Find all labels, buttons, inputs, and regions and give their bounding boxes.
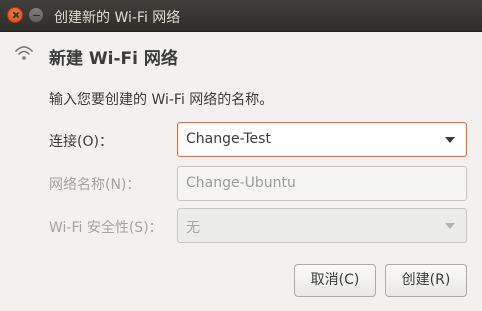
minimize-icon[interactable]: [28, 7, 44, 23]
cancel-button[interactable]: 取消(C): [294, 264, 376, 297]
connection-value: Change-Test: [186, 131, 271, 147]
title-bar: 创建新的 Wi-Fi 网络: [0, 0, 482, 32]
network-name-value: Change-Ubuntu: [186, 175, 296, 191]
security-dropdown[interactable]: 无: [177, 208, 467, 243]
chevron-down-icon: [445, 137, 455, 143]
create-button[interactable]: 创建(R): [385, 264, 467, 297]
connection-dropdown[interactable]: Change-Test: [177, 122, 467, 157]
chevron-down-icon: [445, 223, 455, 229]
wifi-icon: [15, 46, 33, 60]
dialog-heading: 新建 Wi-Fi 网络: [49, 49, 178, 69]
close-icon[interactable]: [7, 7, 23, 23]
network-name-field[interactable]: Change-Ubuntu: [177, 166, 467, 201]
connection-label: 连接(O)：: [49, 134, 113, 150]
security-value: 无: [186, 220, 200, 236]
network-name-label: 网络名称(N)：: [49, 177, 141, 193]
security-label: Wi-Fi 安全性(S)：: [49, 220, 163, 236]
window-title: 创建新的 Wi-Fi 网络: [54, 10, 181, 26]
description-text: 输入您要创建的 Wi-Fi 网络的名称。: [49, 92, 274, 108]
